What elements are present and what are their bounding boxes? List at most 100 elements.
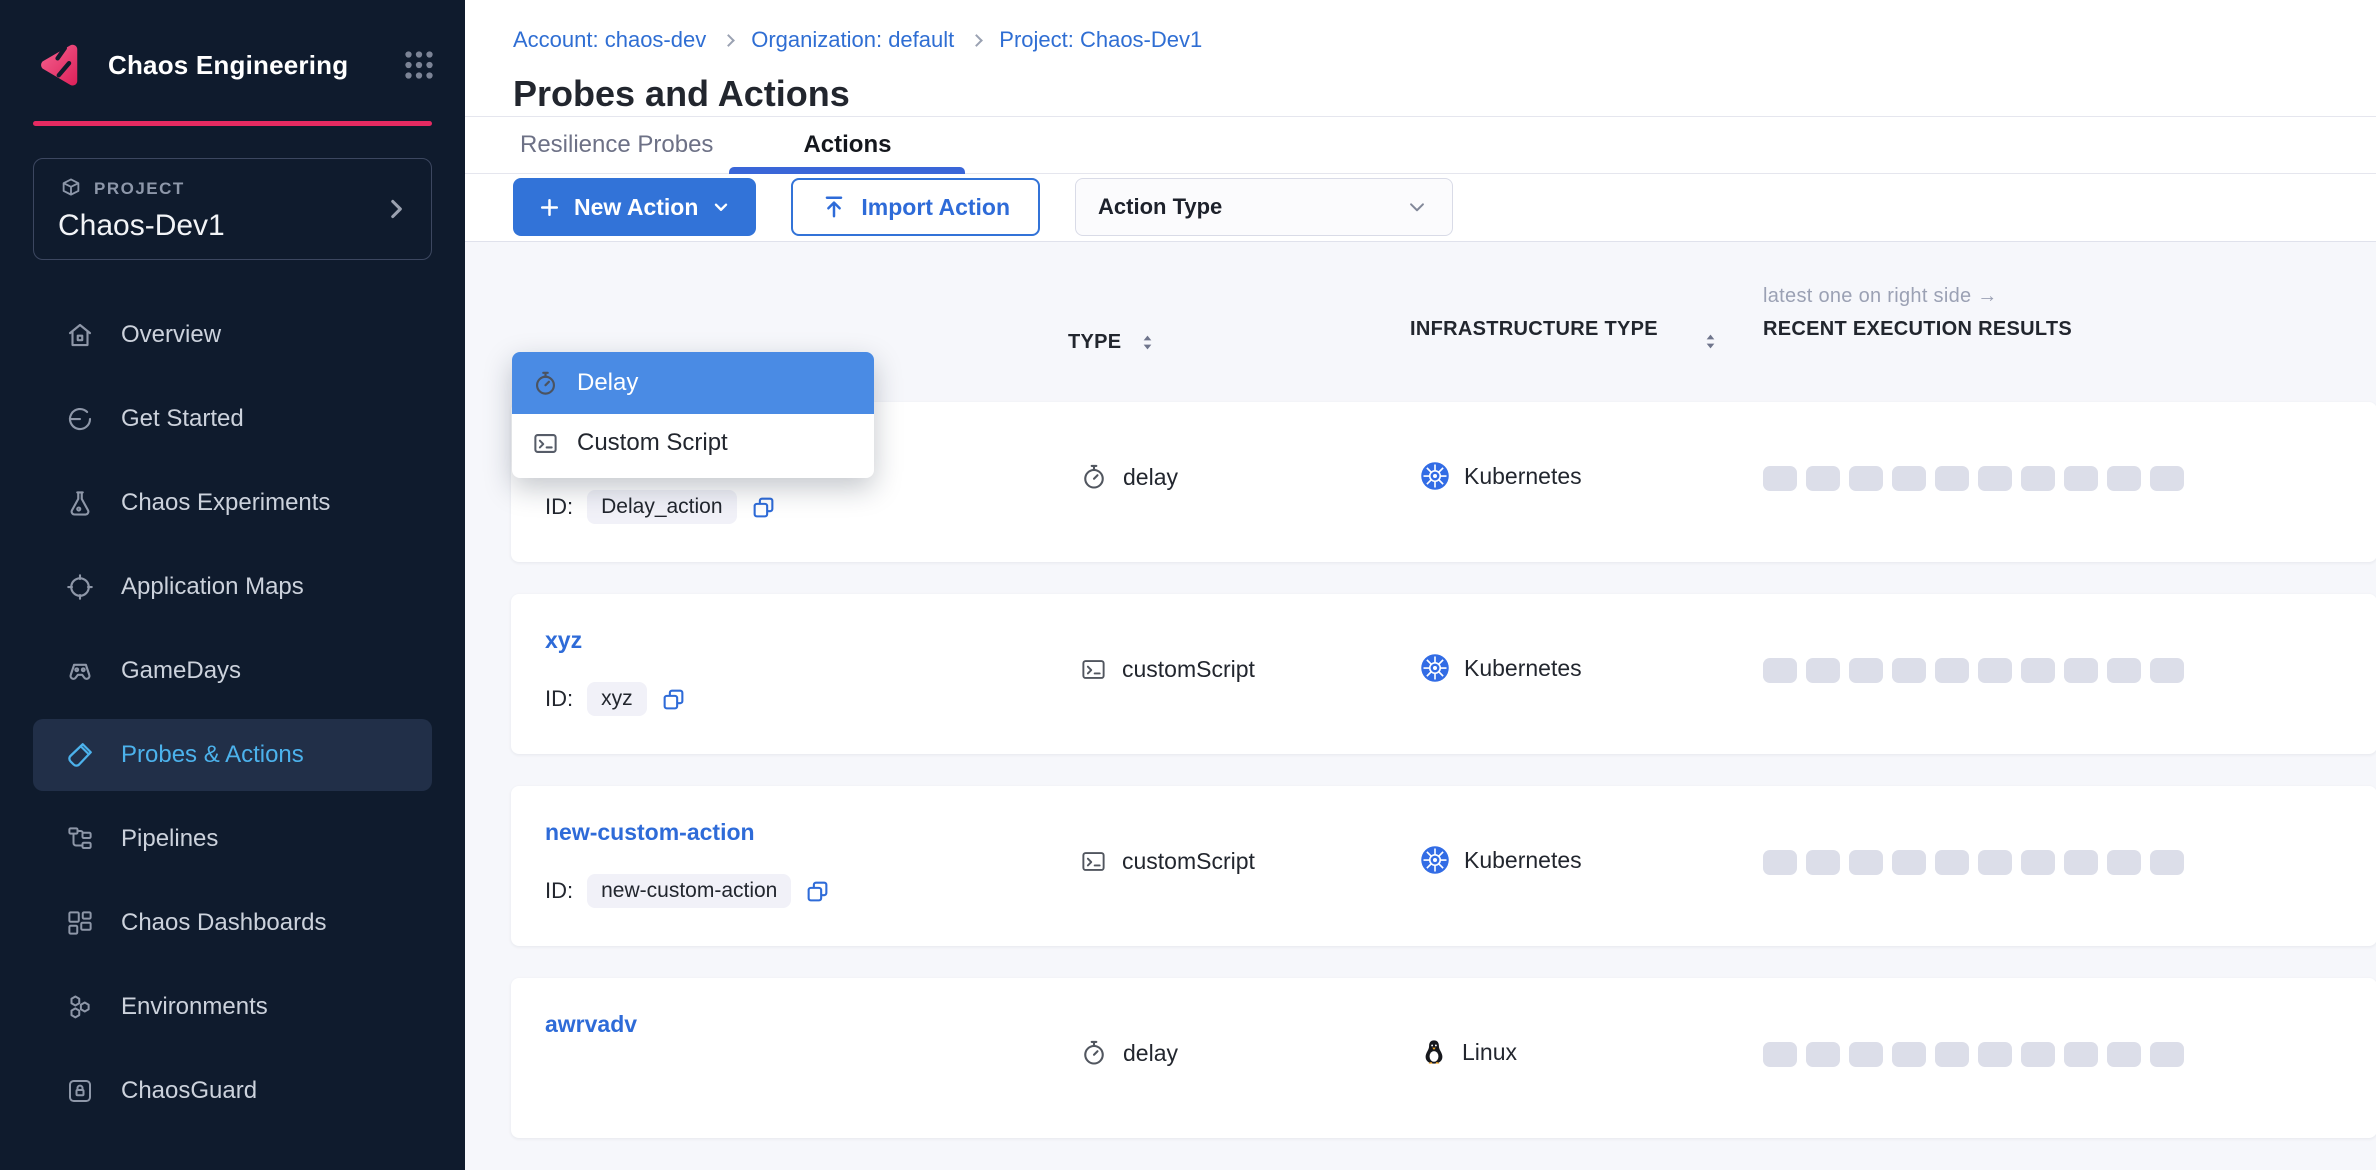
- stopwatch-icon: [1080, 1039, 1108, 1067]
- sidebar-item-chaosguard[interactable]: ChaosGuard: [33, 1055, 432, 1127]
- copy-icon[interactable]: [805, 879, 830, 904]
- pipeline-icon: [65, 824, 95, 854]
- execution-result-placeholder: [1849, 850, 1883, 875]
- recent-executions-label: RECENT EXECUTION RESULTS: [1763, 317, 2072, 341]
- main-content: Account: chaos-dev Organization: default…: [465, 0, 2376, 1170]
- recent-execution-results: [1763, 466, 2184, 491]
- sidebar-item-probes-actions[interactable]: Probes & Actions: [33, 719, 432, 791]
- action-row-xyz: xyz ID: xyz customScript Kubernetes: [511, 594, 2376, 754]
- sort-icon[interactable]: [1700, 331, 1721, 352]
- chevron-right-icon: [383, 196, 409, 222]
- kubernetes-icon: [1420, 461, 1450, 491]
- execution-result-placeholder: [1763, 850, 1797, 875]
- execution-result-placeholder: [1806, 466, 1840, 491]
- sidebar-item-environments[interactable]: Environments: [33, 971, 432, 1043]
- copy-icon[interactable]: [751, 495, 776, 520]
- stopwatch-icon: [1080, 463, 1108, 491]
- sidebar-item-chaos-dashboards[interactable]: Chaos Dashboards: [33, 887, 432, 959]
- action-name-link[interactable]: new-custom-action: [545, 818, 755, 846]
- execution-result-placeholder: [1978, 658, 2012, 683]
- action-type-cell: customScript: [1080, 652, 1255, 686]
- sidebar-item-pipelines[interactable]: Pipelines: [33, 803, 432, 875]
- tabs: Resilience Probes Actions: [465, 117, 2376, 174]
- chevron-down-icon: [710, 196, 732, 218]
- sidebar-item-label: GameDays: [121, 657, 241, 685]
- menu-item-custom-script[interactable]: Custom Script: [512, 414, 874, 472]
- sidebar-item-chaos-experiments[interactable]: Chaos Experiments: [33, 467, 432, 539]
- copy-icon[interactable]: [661, 687, 686, 712]
- execution-result-placeholder: [1806, 658, 1840, 683]
- sidebar-item-gamedays[interactable]: GameDays: [33, 635, 432, 707]
- breadcrumb-organization-link[interactable]: Organization: default: [751, 26, 954, 54]
- import-action-button[interactable]: Import Action: [791, 178, 1040, 236]
- flask-icon: [65, 488, 95, 518]
- execution-result-placeholder: [2107, 1042, 2141, 1067]
- action-type-value: customScript: [1122, 656, 1255, 683]
- action-id-chip: new-custom-action: [587, 874, 791, 908]
- execution-result-placeholder: [1849, 658, 1883, 683]
- column-header-infrastructure-type: INFRASTRUCTURE TYPE: [1410, 314, 1665, 344]
- id-label: ID:: [545, 686, 573, 712]
- execution-result-placeholder: [2064, 850, 2098, 875]
- recent-execution-results: [1763, 1042, 2184, 1067]
- execution-result-placeholder: [1935, 1042, 1969, 1067]
- execution-result-placeholder: [1935, 466, 1969, 491]
- sidebar-item-overview[interactable]: Overview: [33, 299, 432, 371]
- action-type-select[interactable]: Action Type: [1075, 178, 1453, 236]
- sidebar-item-application-maps[interactable]: Application Maps: [33, 551, 432, 623]
- page-title: Probes and Actions: [513, 72, 2376, 116]
- infrastructure-cell: Linux: [1420, 1034, 1517, 1070]
- sidebar-item-label: Probes & Actions: [121, 741, 304, 769]
- sidebar-item-label: ChaosGuard: [121, 1077, 257, 1105]
- tab-resilience-probes[interactable]: Resilience Probes: [520, 117, 713, 173]
- execution-result-placeholder: [1763, 658, 1797, 683]
- sort-icon[interactable]: [1137, 332, 1158, 353]
- terminal-icon: [1080, 848, 1107, 875]
- active-tab-indicator: [729, 167, 965, 174]
- action-type-value: customScript: [1122, 848, 1255, 875]
- sidebar-item-get-started[interactable]: Get Started: [33, 383, 432, 455]
- sidebar-item-label: Application Maps: [121, 573, 304, 601]
- toolbar: New Action Import Action Action Type: [465, 174, 2376, 241]
- infrastructure-value: Kubernetes: [1464, 655, 1582, 682]
- stopwatch-icon: [532, 370, 559, 397]
- chevron-down-icon: [1404, 194, 1430, 220]
- execution-result-placeholder: [2021, 1042, 2055, 1067]
- tab-actions[interactable]: Actions: [729, 117, 965, 173]
- environments-icon: [65, 992, 95, 1022]
- project-selector[interactable]: PROJECT Chaos-Dev1: [33, 158, 432, 260]
- execution-result-placeholder: [2150, 466, 2184, 491]
- recent-execution-results: [1763, 850, 2184, 875]
- project-label: PROJECT: [94, 179, 185, 199]
- action-name-link[interactable]: awrvadv: [545, 1010, 637, 1038]
- cube-icon: [58, 176, 84, 202]
- sidebar-item-label: Chaos Dashboards: [121, 909, 326, 937]
- breadcrumb-project-link[interactable]: Project: Chaos-Dev1: [999, 26, 1202, 54]
- menu-item-delay[interactable]: Delay: [512, 352, 874, 414]
- type-header-label: TYPE: [1068, 331, 1121, 354]
- execution-result-placeholder: [1763, 1042, 1797, 1067]
- action-name-link[interactable]: xyz: [545, 626, 582, 654]
- action-type-value: delay: [1123, 464, 1178, 491]
- action-type-cell: delay: [1080, 1036, 1178, 1070]
- project-name: Chaos-Dev1: [58, 209, 407, 243]
- sidebar-item-label: Get Started: [121, 405, 244, 433]
- app-switcher-icon[interactable]: [401, 47, 437, 83]
- execution-result-placeholder: [2150, 850, 2184, 875]
- brand-divider: [33, 121, 432, 126]
- import-action-label: Import Action: [861, 194, 1010, 221]
- sidebar-item-label: Overview: [121, 321, 221, 349]
- app-title: Chaos Engineering: [108, 50, 348, 81]
- infrastructure-value: Linux: [1462, 1039, 1517, 1066]
- terminal-icon: [532, 430, 559, 457]
- infrastructure-value: Kubernetes: [1464, 847, 1582, 874]
- kubernetes-icon: [1420, 845, 1450, 875]
- action-id-chip: xyz: [587, 682, 647, 716]
- breadcrumb-account-link[interactable]: Account: chaos-dev: [513, 26, 706, 54]
- execution-result-placeholder: [2021, 466, 2055, 491]
- new-action-label: New Action: [574, 194, 698, 221]
- new-action-button[interactable]: New Action: [513, 178, 756, 236]
- action-type-cell: customScript: [1080, 844, 1255, 878]
- breadcrumb: Account: chaos-dev Organization: default…: [513, 26, 2376, 54]
- execution-result-placeholder: [1892, 1042, 1926, 1067]
